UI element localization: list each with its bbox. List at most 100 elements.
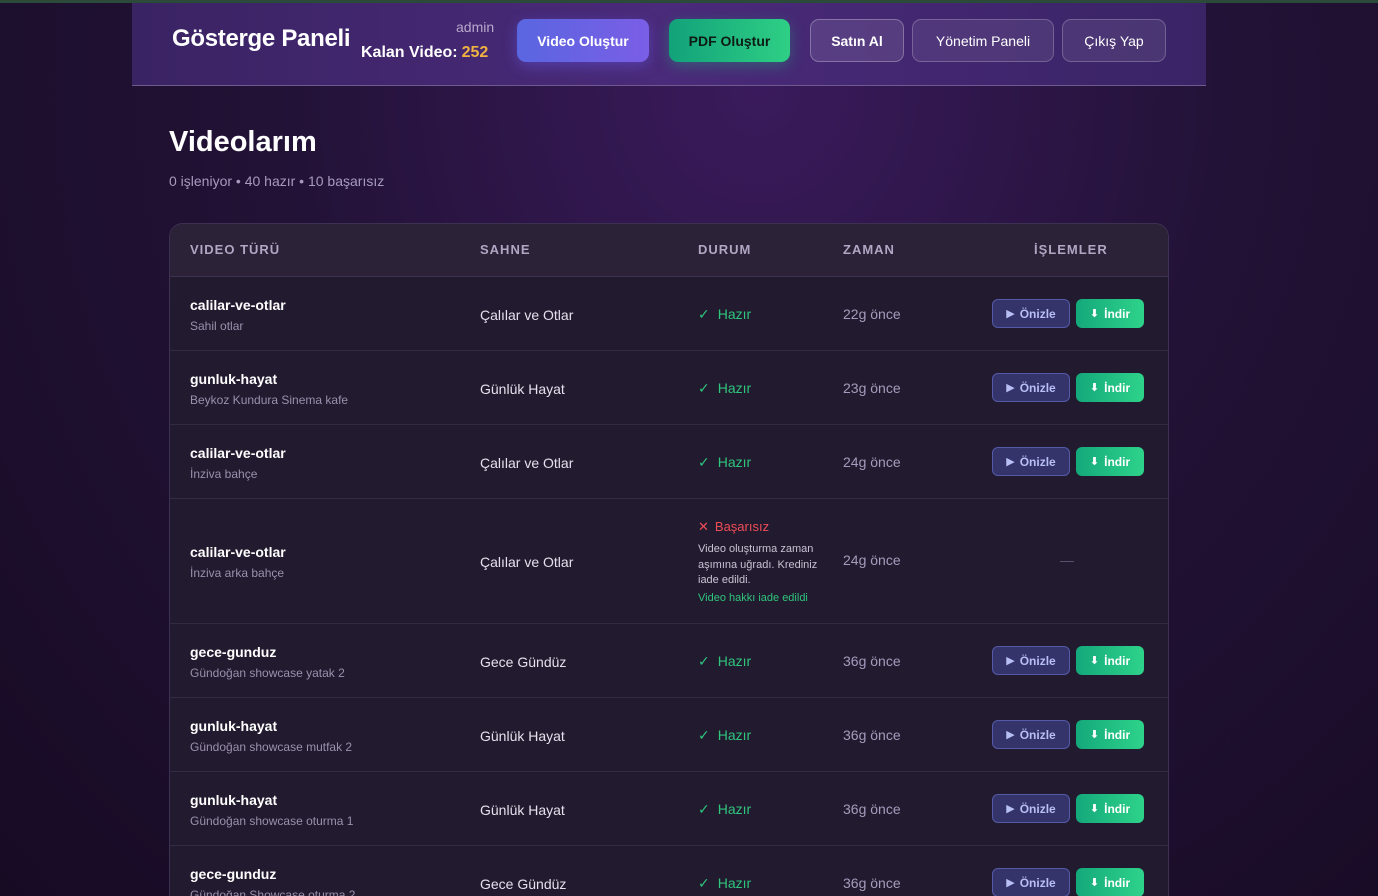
play-icon: ▶ [1006,655,1015,667]
preview-label: Önizle [1019,454,1056,469]
download-button[interactable]: ⬇ İndir [1076,299,1144,328]
preview-button[interactable]: ▶ Önizle [992,299,1070,328]
check-icon: ✓ [698,380,710,396]
status-ready: ✓ Hazır [698,727,751,744]
check-icon: ✓ [698,454,710,470]
scene-name: Günlük Hayat [480,728,565,744]
logout-button[interactable]: Çıkış Yap [1062,19,1166,62]
time-ago: 24g önce [843,454,901,470]
check-icon: ✓ [698,653,710,669]
download-arrow-icon: ⬇ [1089,456,1100,468]
status-label: Hazır [717,380,752,396]
scene-name: Gece Gündüz [480,876,567,892]
play-icon: ▶ [1006,803,1015,815]
brand-title: Gösterge Paneli [172,25,351,52]
admin-panel-button[interactable]: Yönetim Paneli [912,19,1054,62]
credits-label: Kalan Video: [361,44,458,61]
table-row: gunluk-hayat Beykoz Kundura Sinema kafe … [170,351,1168,425]
download-button[interactable]: ⬇ İndir [1076,646,1144,675]
download-label: İndir [1104,875,1131,890]
status-label: Başarısız [714,519,770,534]
status-label: Hazır [717,727,752,743]
preview-button[interactable]: ▶ Önizle [992,868,1070,896]
download-label: İndir [1104,653,1131,668]
top-header: Gösterge Paneli admin Kalan Video: 252 Vi… [132,3,1206,86]
play-icon: ▶ [1006,308,1015,320]
scene-name: Çalılar ve Otlar [480,307,574,323]
download-arrow-icon: ⬇ [1089,382,1100,394]
check-icon: ✓ [698,727,710,743]
download-button[interactable]: ⬇ İndir [1076,373,1144,402]
download-label: İndir [1104,727,1131,742]
status-label: Hazır [717,454,752,470]
x-icon: ✕ [698,519,709,534]
download-button[interactable]: ⬇ İndir [1076,447,1144,476]
username-label: admin [456,19,495,35]
preview-button[interactable]: ▶ Önizle [992,646,1070,675]
video-subtitle: Gündoğan Showcase oturma 2 [190,888,356,896]
video-subtitle: İnziva arka bahçe [190,566,285,580]
download-button[interactable]: ⬇ İndir [1076,794,1144,823]
download-arrow-icon: ⬇ [1089,729,1100,741]
column-header-scene: SAHNE [480,242,531,257]
video-type: gece-gunduz [190,644,277,660]
download-label: İndir [1104,801,1131,816]
time-ago: 24g önce [843,552,901,568]
status-label: Hazır [717,306,752,322]
preview-label: Önizle [1019,380,1056,395]
table-header: VIDEO TÜRÜ SAHNE DURUM ZAMAN İŞLEMLER [170,224,1168,277]
table-row: gunluk-hayat Gündoğan showcase mutfak 2 … [170,698,1168,772]
status-ready: ✓ Hazır [698,306,751,323]
video-type: gece-gunduz [190,866,277,882]
video-subtitle: Gündoğan showcase oturma 1 [190,814,354,828]
status-label: Hazır [717,875,752,891]
credits-display: Kalan Video: 252 [361,44,488,62]
create-pdf-button[interactable]: PDF Oluştur [669,19,790,62]
column-header-actions: İŞLEMLER [1034,242,1108,257]
table-row: gece-gunduz Gündoğan Showcase oturma 2 G… [170,846,1168,896]
buy-button[interactable]: Satın Al [810,19,904,62]
download-button[interactable]: ⬇ İndir [1076,720,1144,749]
scene-name: Günlük Hayat [480,381,565,397]
preview-label: Önizle [1019,875,1056,890]
download-label: İndir [1104,454,1131,469]
scene-name: Çalılar ve Otlar [480,554,574,570]
scene-name: Çalılar ve Otlar [480,455,574,471]
status-ready: ✓ Hazır [698,801,751,818]
preview-label: Önizle [1019,306,1056,321]
preview-button[interactable]: ▶ Önizle [992,447,1070,476]
video-type: gunluk-hayat [190,371,278,387]
column-header-type: VIDEO TÜRÜ [190,242,281,257]
play-icon: ▶ [1006,729,1015,741]
status-ready: ✓ Hazır [698,875,751,892]
download-button[interactable]: ⬇ İndir [1076,868,1144,896]
table-row: calilar-ve-otlar İnziva arka bahçe Çalıl… [170,499,1168,624]
preview-label: Önizle [1019,653,1056,668]
download-arrow-icon: ⬇ [1089,308,1100,320]
no-actions-dash: — [1060,552,1074,568]
column-header-time: ZAMAN [843,242,895,257]
video-subtitle: İnziva bahçe [190,467,258,481]
scene-name: Günlük Hayat [480,802,565,818]
play-icon: ▶ [1006,382,1015,394]
video-type: gunluk-hayat [190,792,278,808]
table-row: gece-gunduz Gündoğan showcase yatak 2 Ge… [170,624,1168,698]
status-ready: ✓ Hazır [698,380,751,397]
preview-button[interactable]: ▶ Önizle [992,373,1070,402]
time-ago: 36g önce [843,801,901,817]
preview-button[interactable]: ▶ Önizle [992,720,1070,749]
status-label: Hazır [717,801,752,817]
status-summary: 0 işleniyor • 40 hazır • 10 başarısız [169,173,385,189]
video-type: calilar-ve-otlar [190,445,286,461]
preview-button[interactable]: ▶ Önizle [992,794,1070,823]
table-row: calilar-ve-otlar İnziva bahçe Çalılar ve… [170,425,1168,499]
column-header-status: DURUM [698,242,752,257]
status-failed: ✕ Başarısız [698,519,769,535]
play-icon: ▶ [1006,456,1015,468]
create-video-button[interactable]: Video Oluştur [517,19,649,62]
check-icon: ✓ [698,306,710,322]
table-row: gunluk-hayat Gündoğan showcase oturma 1 … [170,772,1168,846]
preview-label: Önizle [1019,801,1056,816]
check-icon: ✓ [698,801,710,817]
download-label: İndir [1104,380,1131,395]
